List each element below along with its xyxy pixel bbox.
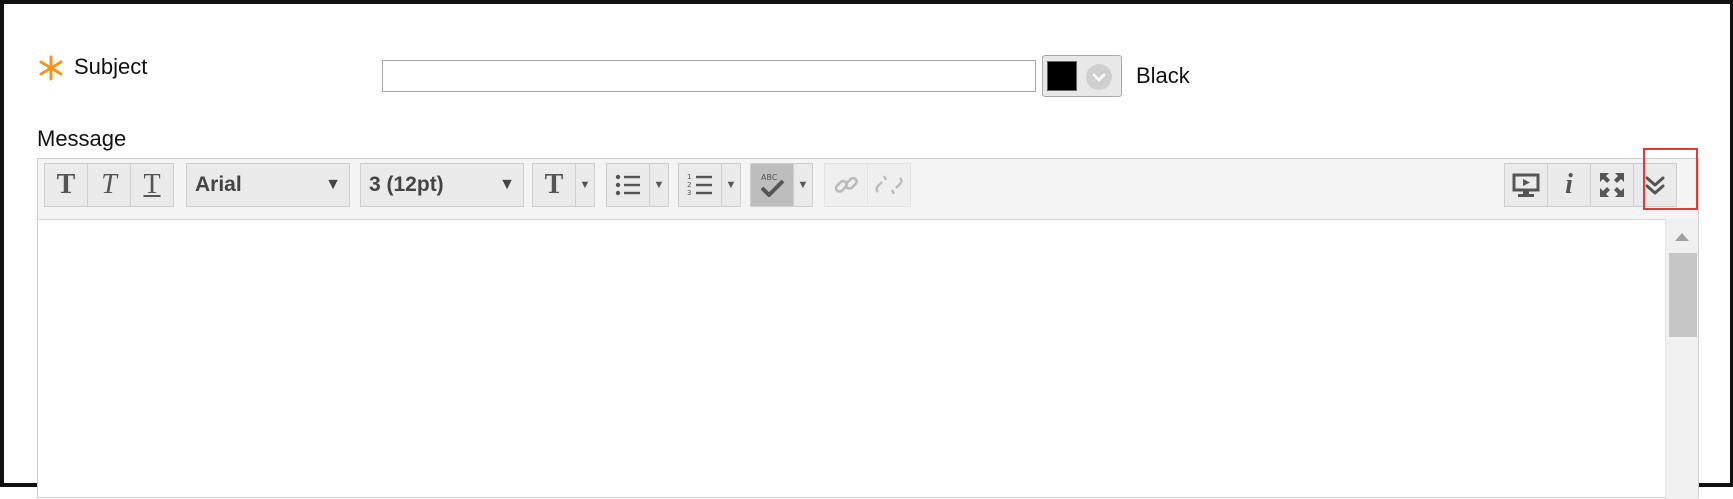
caret-down-icon: ▼ (325, 176, 341, 193)
text-color-group: T ▼ (532, 163, 595, 207)
font-color-dropdown[interactable]: ▼ (575, 163, 595, 207)
double-chevron-down-icon (1645, 176, 1665, 195)
italic-icon: T (101, 169, 117, 200)
bullet-list-group: ▼ (606, 163, 669, 207)
link-icon (834, 176, 858, 193)
chevron-down-icon[interactable] (1086, 64, 1112, 90)
scroll-up-arrow-icon[interactable] (1675, 233, 1689, 241)
spellcheck-icon: ABC (760, 173, 785, 197)
vertical-scrollbar[interactable] (1665, 219, 1698, 499)
svg-text:ABC: ABC (761, 173, 778, 182)
expand-toolbar-button[interactable] (1633, 163, 1677, 207)
bold-icon: T (56, 169, 76, 200)
subject-label: Subject (74, 54, 148, 79)
numbered-list-icon: 123 (687, 173, 712, 197)
spellcheck-dropdown[interactable]: ▼ (793, 163, 813, 207)
font-color-icon: T (544, 169, 564, 200)
link-group (824, 163, 911, 207)
font-color-button[interactable]: T (532, 163, 576, 207)
font-size-value: 3 (12pt) (369, 173, 444, 196)
spellcheck-group: ABC ▼ (750, 163, 813, 207)
required-asterisk-icon (38, 55, 64, 81)
svg-text:1: 1 (687, 173, 691, 181)
font-family-select[interactable]: Arial ▼ (186, 163, 350, 207)
color-swatch (1047, 61, 1077, 91)
bold-button[interactable]: T (44, 163, 88, 207)
spellcheck-button[interactable]: ABC (750, 163, 794, 207)
caret-down-icon: ▼ (579, 179, 591, 191)
svg-text:2: 2 (687, 181, 691, 189)
view-group: i (1504, 163, 1677, 207)
fullscreen-button[interactable] (1590, 163, 1634, 207)
unlink-icon (875, 175, 903, 195)
remove-link-button[interactable] (867, 163, 911, 207)
info-icon: i (1565, 169, 1573, 200)
numbered-list-button[interactable]: 123 (678, 163, 722, 207)
color-name: Black (1136, 63, 1190, 88)
scroll-thumb[interactable] (1669, 253, 1697, 337)
underline-button[interactable]: T (130, 163, 174, 207)
subject-input[interactable] (382, 60, 1036, 92)
bullet-list-button[interactable] (606, 163, 650, 207)
message-body-area[interactable] (38, 219, 1666, 497)
numbered-list-group: 123 ▼ (678, 163, 741, 207)
numbered-list-dropdown[interactable]: ▼ (721, 163, 741, 207)
bullet-list-icon (615, 174, 640, 196)
bullet-list-dropdown[interactable]: ▼ (649, 163, 669, 207)
message-label: Message (37, 126, 127, 151)
underline-icon: T (143, 169, 161, 200)
italic-button[interactable]: T (87, 163, 131, 207)
font-size-select[interactable]: 3 (12pt) ▼ (360, 163, 524, 207)
preview-button[interactable] (1504, 163, 1548, 207)
caret-down-icon: ▼ (725, 179, 737, 191)
info-button[interactable]: i (1547, 163, 1591, 207)
text-color-picker[interactable] (1042, 55, 1122, 97)
caret-down-icon: ▼ (797, 179, 809, 191)
font-family-value: Arial (195, 173, 242, 196)
fullscreen-icon (1600, 173, 1624, 197)
caret-down-icon: ▼ (499, 176, 515, 193)
text-style-group: T T T (44, 163, 174, 207)
insert-link-button[interactable] (824, 163, 868, 207)
caret-down-icon: ▼ (653, 179, 665, 191)
rich-text-editor: T T T Arial ▼ 3 (12pt) ▼ T ▼ ▼ 1 2 3 ▼ A… (37, 158, 1699, 499)
svg-text:3: 3 (687, 189, 691, 197)
preview-icon (1512, 173, 1540, 197)
editor-toolbar: T T T Arial ▼ 3 (12pt) ▼ T ▼ ▼ 1 2 3 ▼ A… (38, 159, 1698, 220)
